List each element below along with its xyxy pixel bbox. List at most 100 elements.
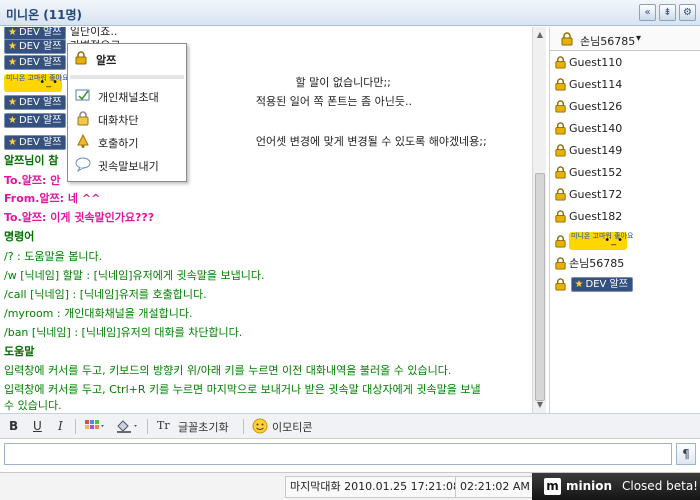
paint-bucket-icon bbox=[117, 420, 137, 433]
badge-label: DEV 알쯔 bbox=[18, 96, 62, 108]
minion-logo-icon: m bbox=[544, 478, 561, 495]
color-grid-icon bbox=[85, 420, 104, 429]
user-lock-icon bbox=[555, 143, 566, 157]
italic-button[interactable]: I bbox=[58, 419, 63, 433]
dev-badge[interactable]: ★ DEV 알쯔 bbox=[4, 134, 67, 150]
user-list-item-self[interactable]: 손님56785 bbox=[554, 255, 624, 271]
chat-text: 언어셋 변경에 맞게 변경될 수 있도록 해야겠네용;; bbox=[255, 135, 487, 148]
chevron-down-icon[interactable]: ▾ bbox=[636, 33, 641, 44]
scroll-down-icon[interactable]: ▼ bbox=[534, 399, 546, 411]
color-palette-button[interactable] bbox=[84, 419, 106, 436]
emoticon-text: 미니온 고마워 좋아요 bbox=[6, 74, 69, 82]
user-lock-icon bbox=[555, 121, 566, 135]
chat-row: 미니온 고마워 좋아요 •_• 할 말이 없습니다만;; bbox=[4, 74, 391, 92]
user-name: Guest172 bbox=[569, 187, 623, 201]
user-lock-icon bbox=[561, 32, 573, 46]
highlight-button[interactable] bbox=[115, 419, 139, 436]
command-line: /? : 도움말을 봅니다. bbox=[4, 250, 103, 263]
user-list-item[interactable]: Guest140 bbox=[554, 121, 622, 135]
user-name: Guest114 bbox=[569, 77, 623, 91]
user-list-item[interactable]: Guest149 bbox=[554, 143, 622, 157]
dev-badge[interactable]: ★ DEV 알쯔 bbox=[4, 113, 67, 128]
menu-item-label: 호출하기 bbox=[98, 137, 139, 150]
chat-row: ★ DEV 알쯔 적용된 일어 쪽 폰트는 좀 아닌듯.. bbox=[4, 93, 412, 110]
message-input-row: ¶ bbox=[0, 440, 700, 468]
user-list-item[interactable]: Guest182 bbox=[554, 209, 622, 223]
user-name: 손님56785 bbox=[569, 257, 625, 270]
underline-button[interactable]: U bbox=[33, 419, 42, 433]
dev-badge[interactable]: ★ DEV 알쯔 bbox=[4, 38, 67, 54]
help-line: 수 있습니다. bbox=[4, 399, 62, 412]
scroll-thumb[interactable] bbox=[535, 173, 545, 401]
whisper-from: From.알쯔: 네 ^^ bbox=[4, 192, 101, 205]
whisper-to: To.알쯔: 안 bbox=[4, 174, 61, 187]
user-list-item[interactable]: Guest126 bbox=[554, 99, 622, 113]
chat-row: ★ DEV 알쯔 bbox=[4, 55, 67, 70]
star-icon: ★ bbox=[574, 279, 584, 290]
user-lock-icon bbox=[555, 256, 566, 270]
settings-button[interactable]: ⚙ bbox=[679, 4, 696, 21]
emoticon-image: 미니온 고마워 좋아요 •_• bbox=[569, 232, 633, 250]
bold-button[interactable]: B bbox=[9, 419, 18, 433]
send-button[interactable]: ¶ bbox=[676, 443, 696, 465]
menu-item-call[interactable]: 호출하기 bbox=[70, 130, 184, 152]
emoticon-button[interactable]: 이모티콘 bbox=[272, 419, 312, 435]
user-lock-icon bbox=[555, 234, 566, 248]
elapsed-time: 02:21:02 AM bbox=[455, 476, 535, 498]
pin-button[interactable]: ⇟ bbox=[659, 4, 676, 21]
dev-badge[interactable]: ★ DEV 알쯔 bbox=[4, 55, 67, 70]
user-lock-icon bbox=[555, 278, 566, 291]
user-list-item[interactable]: 미니온 고마워 좋아요 •_• bbox=[554, 232, 633, 250]
context-menu-username: 알쯔 bbox=[96, 54, 117, 67]
user-list-item[interactable]: Guest110 bbox=[554, 55, 622, 69]
user-list-item[interactable]: Guest114 bbox=[554, 77, 622, 91]
user-lock-icon bbox=[555, 209, 566, 223]
speech-bubble-icon bbox=[75, 157, 91, 172]
menu-item-channel-invite[interactable]: 개인채널초대 bbox=[70, 84, 184, 106]
menu-item-block[interactable]: 대화차단 bbox=[70, 107, 184, 129]
chat-text: 할 말이 없습니다만;; bbox=[295, 76, 391, 89]
title-bar: 미니온 (11명) « ⇟ ⚙ bbox=[0, 0, 700, 26]
dev-badge[interactable]: ★ DEV 알쯔 bbox=[4, 94, 67, 110]
whisper-notice: 알쯔님이 참 bbox=[4, 152, 58, 168]
badge-label: DEV 알쯔 bbox=[18, 57, 62, 68]
command-line: /myroom : 개인대화채널을 개설합니다. bbox=[4, 307, 193, 320]
badge-label: DEV 알쯔 bbox=[18, 136, 62, 148]
toolbar-divider bbox=[147, 419, 148, 434]
chat-row: ★ DEV 알쯔 bbox=[4, 113, 67, 128]
badge-label: DEV 알쯔 bbox=[18, 40, 62, 52]
lock-icon bbox=[77, 111, 89, 126]
command-line: /ban [닉네임] : [닉네임]유저의 대화를 차단합니다. bbox=[4, 326, 243, 339]
user-list-item[interactable]: Guest152 bbox=[554, 165, 622, 179]
brand-tagline: Closed beta! bbox=[622, 479, 698, 493]
user-list-header[interactable]: 손님56785 ▾ bbox=[550, 27, 700, 51]
help-line: 입력창에 커서를 두고, 키보드의 방향키 위/아래 키를 누르면 이전 대화내… bbox=[4, 364, 452, 377]
star-icon: ★ bbox=[8, 115, 17, 126]
emoticon-text: 미니온 고마워 좋아요 bbox=[571, 232, 634, 240]
message-input[interactable] bbox=[4, 443, 672, 465]
badge-label: DEV 알쯔 bbox=[18, 115, 62, 126]
chat-scrollbar[interactable]: ▲ ▼ bbox=[532, 27, 546, 413]
user-lock-icon bbox=[555, 55, 566, 69]
user-lock-icon bbox=[555, 77, 566, 91]
font-reset-button[interactable]: 글꼴초기화 bbox=[178, 419, 229, 435]
help-heading: 도움말 bbox=[4, 345, 35, 358]
badge-label: DEV 알쯔 bbox=[585, 279, 628, 290]
scroll-up-icon[interactable]: ▲ bbox=[534, 29, 546, 41]
user-list-item-dev[interactable]: ★ DEV 알쯔 bbox=[554, 277, 633, 292]
user-lock-icon bbox=[75, 51, 87, 65]
window-buttons: « ⇟ ⚙ bbox=[639, 4, 696, 21]
star-icon: ★ bbox=[8, 27, 17, 38]
emoticon-icon bbox=[252, 418, 268, 437]
commands-heading: 명령어 bbox=[4, 230, 35, 243]
context-menu-user: 알쯔 bbox=[68, 44, 186, 72]
help-line: 입력창에 커서를 두고, Ctrl+R 키를 누르면 마지막으로 보내거나 받은… bbox=[4, 383, 481, 396]
minion-brand: m minion Closed beta! bbox=[532, 473, 700, 500]
user-list-item[interactable]: Guest172 bbox=[554, 187, 622, 201]
user-lock-icon bbox=[555, 165, 566, 179]
back-button[interactable]: « bbox=[639, 4, 656, 21]
badge-label: DEV 알쯔 bbox=[18, 27, 62, 38]
menu-item-label: 개인채널초대 bbox=[98, 91, 159, 104]
menu-item-whisper[interactable]: 귓속말보내기 bbox=[70, 153, 184, 175]
dev-badge: ★ DEV 알쯔 bbox=[570, 277, 633, 292]
